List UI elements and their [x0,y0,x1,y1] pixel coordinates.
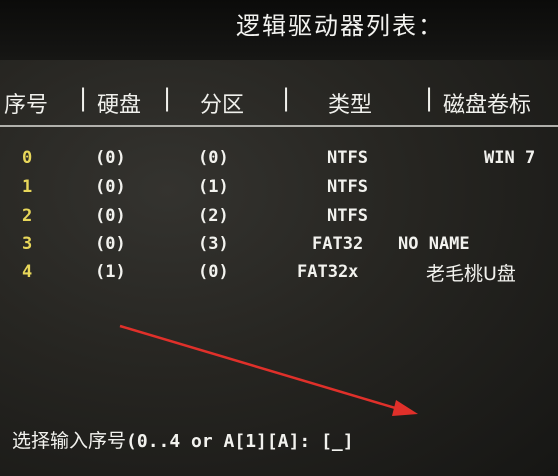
arrow-head [392,400,418,416]
arrow-shaft [119,324,403,412]
selection-prompt: 选择输入序号(0..4 or A[1][A]: [_] [12,426,354,453]
prompt-range: (0..4 or A[1][A]: [126,431,311,452]
selection-input[interactable]: [_] [321,431,354,452]
red-arrow-annotation [119,324,418,416]
input-value: [_] [321,431,354,452]
dos-screen: 逻辑驱动器列表： 序号 | 硬盘 | 分区 | 类型 | 磁盘卷标 0 (0) … [0,0,558,476]
prompt-label: 选择输入序号 [12,430,127,452]
